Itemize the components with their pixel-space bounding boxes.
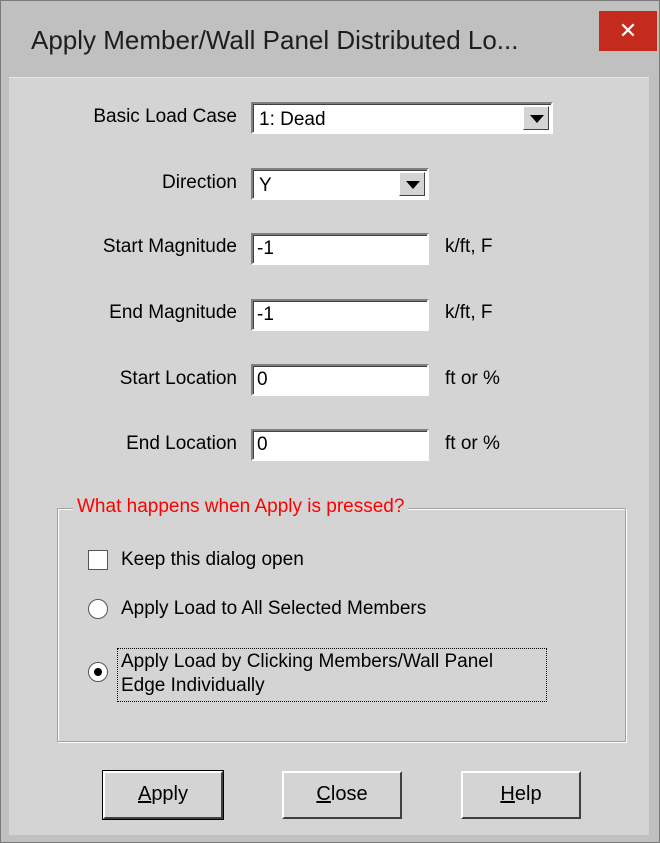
window-title: Apply Member/Wall Panel Distributed Lo..… [31,25,519,55]
radio-selected-dot [94,668,102,676]
end-magnitude-unit: k/ft, F [445,302,493,323]
dialog-window: Apply Member/Wall Panel Distributed Lo..… [0,0,660,843]
help-mnemonic: H [500,783,515,805]
end-magnitude-label: End Magnitude [109,302,237,323]
close-label-rest: lose [330,783,368,805]
help-button[interactable]: Help [461,771,581,819]
apply-by-clicking-label-line1[interactable]: Apply Load by Clicking Members/Wall Pane… [121,650,493,674]
close-mnemonic: C [316,783,331,805]
direction-dropdown-button[interactable] [399,172,425,196]
end-magnitude-input[interactable] [251,299,429,331]
direction-label: Direction [162,172,237,193]
end-location-unit: ft or % [445,433,500,454]
start-location-input[interactable] [251,364,429,396]
title-bar[interactable]: Apply Member/Wall Panel Distributed Lo..… [1,1,659,77]
start-magnitude-label: Start Magnitude [102,236,237,257]
start-magnitude-input[interactable] [251,233,429,265]
chevron-down-icon [530,115,544,123]
close-window-button[interactable]: ✕ [599,11,657,51]
basic-load-case-value: 1: Dead [259,109,326,130]
direction-select[interactable]: Y [251,168,429,200]
start-location-unit: ft or % [445,368,500,389]
apply-by-clicking-radio[interactable] [88,662,108,682]
apply-button[interactable]: Apply [102,770,224,820]
apply-behavior-legend: What happens when Apply is pressed? [73,496,409,518]
keep-open-checkbox[interactable] [88,550,108,570]
basic-load-case-label: Basic Load Case [93,106,237,127]
apply-label-rest: pply [151,783,189,805]
close-button[interactable]: Close [282,771,402,819]
end-location-input[interactable] [251,429,429,461]
apply-mnemonic: A [137,783,152,805]
start-location-label: Start Location [119,368,237,389]
chevron-down-icon [406,181,420,189]
apply-all-selected-radio[interactable] [88,599,108,619]
direction-value: Y [259,175,272,196]
close-icon: ✕ [618,18,638,43]
basic-load-case-select[interactable]: 1: Dead [251,102,553,134]
end-location-label: End Location [126,433,237,454]
apply-by-clicking-label-line2[interactable]: Edge Individually [121,674,265,698]
dialog-body: Basic Load Case 1: Dead Direction Y Star… [9,77,649,835]
basic-load-case-dropdown-button[interactable] [523,106,549,130]
help-label-rest: elp [514,783,542,805]
apply-all-selected-label[interactable]: Apply Load to All Selected Members [121,597,426,621]
apply-behavior-groupbox [57,508,626,742]
start-magnitude-unit: k/ft, F [445,236,493,257]
keep-open-label[interactable]: Keep this dialog open [121,548,304,572]
